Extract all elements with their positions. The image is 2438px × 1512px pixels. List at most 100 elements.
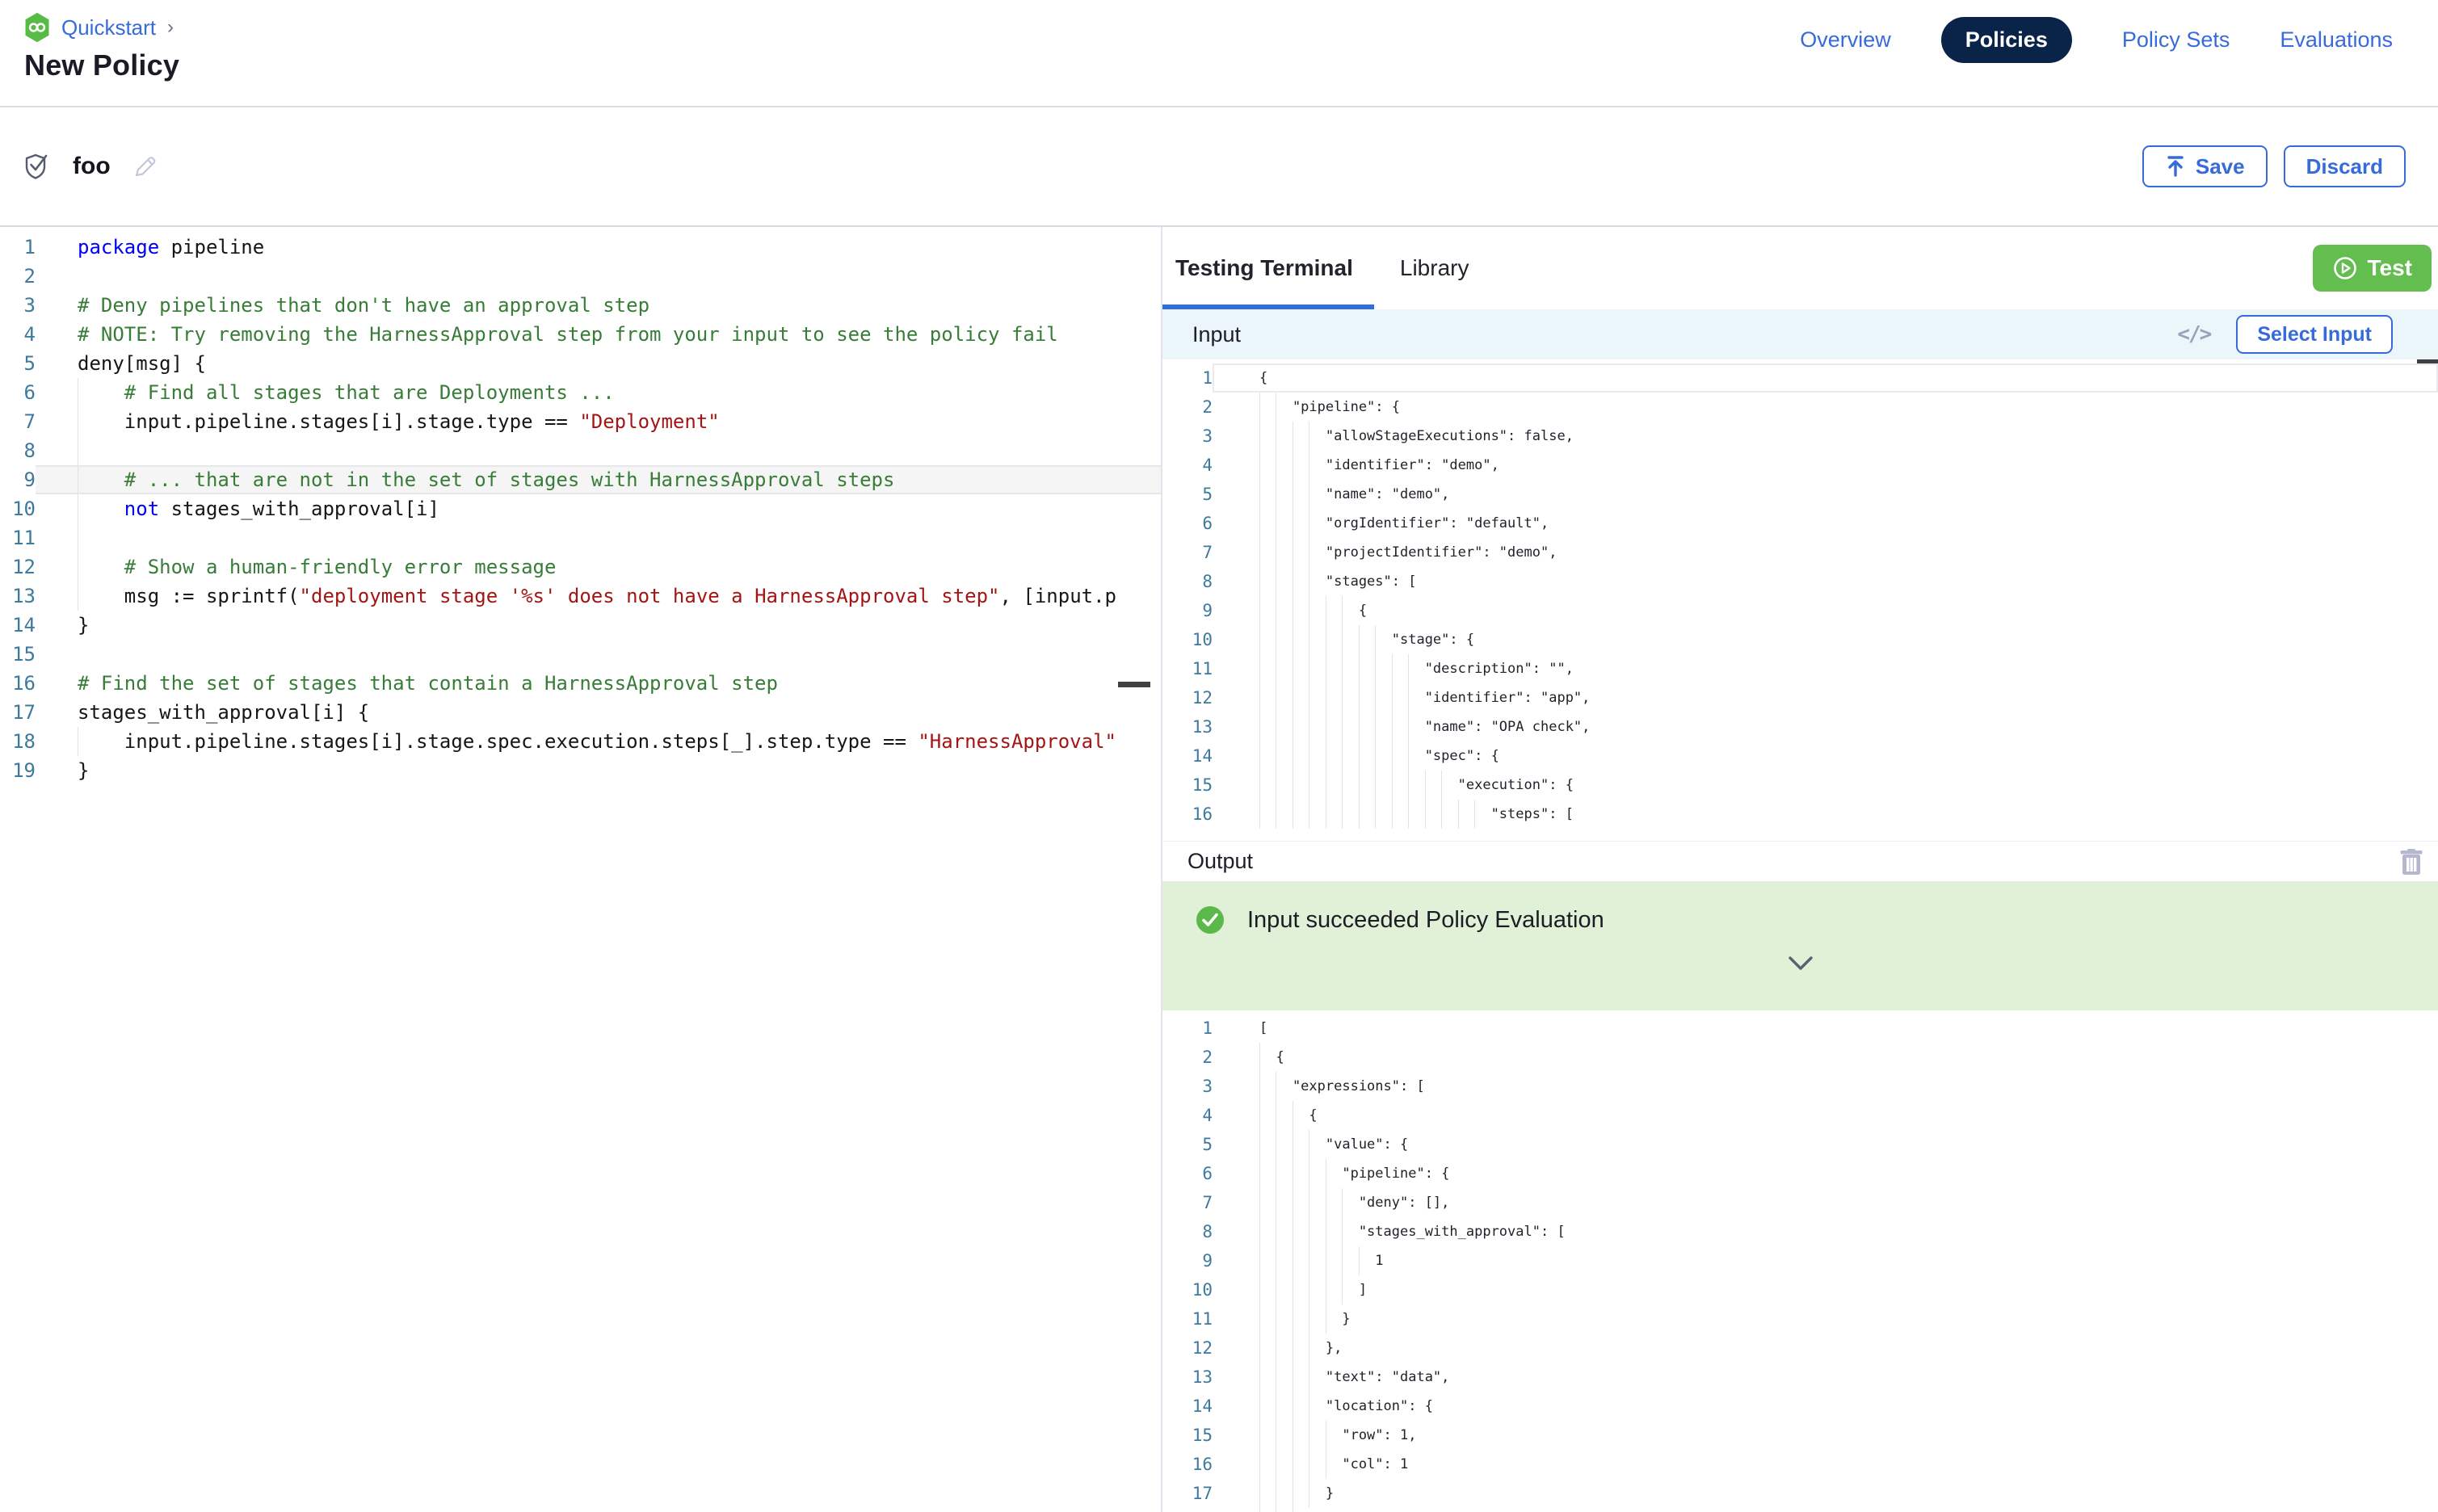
line-number: 8 [1162, 1217, 1213, 1246]
rego-policy-editor[interactable]: 1package pipeline23# Deny pipelines that… [0, 227, 1161, 1512]
edit-name-pencil-icon[interactable] [132, 153, 159, 180]
app-root: Quickstart › New Policy OverviewPolicies… [0, 0, 2438, 1512]
code-line[interactable]: 6 # Find all stages that are Deployments… [0, 378, 1161, 407]
code-line[interactable]: 2 "pipeline": { [1162, 393, 2438, 422]
line-number: 6 [0, 378, 36, 407]
code-line[interactable]: 9 # ... that are not in the set of stage… [0, 465, 1161, 494]
expand-chevron-down-icon[interactable] [1787, 956, 1814, 976]
code-line[interactable]: 7 "projectIdentifier": "demo", [1162, 538, 2438, 567]
line-number: 11 [1162, 1304, 1213, 1334]
code-line[interactable]: 16# Find the set of stages that contain … [0, 669, 1161, 698]
save-button-label: Save [2196, 154, 2245, 179]
nav-tab-overview[interactable]: Overview [1800, 27, 1891, 52]
code-line[interactable]: 18 } [1162, 1508, 2438, 1512]
code-line[interactable]: 8 "stages_with_approval": [ [1162, 1217, 2438, 1246]
code-line[interactable]: 18 input.pipeline.stages[i].stage.spec.e… [0, 727, 1161, 756]
code-line[interactable]: 5 "name": "demo", [1162, 480, 2438, 509]
code-line[interactable]: 10 "stage": { [1162, 625, 2438, 654]
code-line[interactable]: 6 "pipeline": { [1162, 1159, 2438, 1188]
line-number: 10 [0, 494, 36, 523]
code-line[interactable]: 17 } [1162, 1479, 2438, 1508]
select-input-button[interactable]: Select Input [2236, 315, 2393, 354]
code-line[interactable]: 15 "row": 1, [1162, 1421, 2438, 1450]
code-line[interactable]: 14 "spec": { [1162, 741, 2438, 771]
code-line[interactable]: 3 "expressions": [ [1162, 1072, 2438, 1101]
line-number: 3 [0, 291, 36, 320]
code-line[interactable]: 4 { [1162, 1101, 2438, 1130]
shield-check-icon [24, 151, 52, 182]
code-line[interactable]: 11 [0, 523, 1161, 552]
output-section-header: Output [1162, 841, 2438, 881]
code-line[interactable]: 10 ] [1162, 1275, 2438, 1304]
line-number: 5 [0, 349, 36, 378]
code-line[interactable]: 10 not stages_with_approval[i] [0, 494, 1161, 523]
line-number: 13 [1162, 712, 1213, 741]
code-line[interactable]: 9 1 [1162, 1246, 2438, 1275]
page-title: New Policy [24, 48, 179, 82]
line-number: 16 [1162, 800, 1213, 829]
code-line[interactable]: 12 # Show a human-friendly error message [0, 552, 1161, 582]
code-line[interactable]: 16 "steps": [ [1162, 800, 2438, 829]
code-line[interactable]: 8 "stages": [ [1162, 567, 2438, 596]
code-line[interactable]: 3# Deny pipelines that don't have an app… [0, 291, 1161, 320]
breadcrumb-project-link[interactable]: Quickstart [61, 15, 156, 40]
code-line[interactable]: 1[ [1162, 1014, 2438, 1043]
testing-tabs: Testing Terminal Library Test [1162, 227, 2438, 309]
code-line[interactable]: 14} [0, 611, 1161, 640]
code-line[interactable]: 17stages_with_approval[i] { [0, 698, 1161, 727]
line-number: 7 [1162, 1188, 1213, 1217]
code-line[interactable]: 19} [0, 756, 1161, 785]
line-number: 1 [1162, 363, 1213, 393]
nav-tab-policies[interactable]: Policies [1941, 17, 2072, 63]
code-brackets-icon[interactable]: </> [2177, 322, 2210, 346]
line-number: 3 [1162, 422, 1213, 451]
line-number: 14 [0, 611, 36, 640]
code-line[interactable]: 1{ [1162, 363, 2438, 393]
code-line[interactable]: 13 "text": "data", [1162, 1363, 2438, 1392]
code-line[interactable]: 4# NOTE: Try removing the HarnessApprova… [0, 320, 1161, 349]
code-line[interactable]: 5deny[msg] { [0, 349, 1161, 378]
discard-button[interactable]: Discard [2284, 145, 2406, 187]
code-line[interactable]: 5 "value": { [1162, 1130, 2438, 1159]
code-line[interactable]: 3 "allowStageExecutions": false, [1162, 422, 2438, 451]
line-number: 16 [0, 669, 36, 698]
code-line[interactable]: 15 "execution": { [1162, 771, 2438, 800]
code-line[interactable]: 15 [0, 640, 1161, 669]
code-line[interactable]: 11 "description": "", [1162, 654, 2438, 683]
nav-tab-evaluations[interactable]: Evaluations [2280, 27, 2393, 52]
evaluation-success-banner: Input succeeded Policy Evaluation [1162, 881, 2438, 1010]
code-line[interactable]: 2 { [1162, 1043, 2438, 1072]
code-line[interactable]: 9 { [1162, 596, 2438, 625]
code-line[interactable]: 8 [0, 436, 1161, 465]
code-line[interactable]: 1package pipeline [0, 233, 1161, 262]
line-number: 1 [1162, 1014, 1213, 1043]
line-number: 10 [1162, 625, 1213, 654]
code-line[interactable]: 4 "identifier": "demo", [1162, 451, 2438, 480]
test-button[interactable]: Test [2313, 245, 2432, 292]
code-line[interactable]: 2 [0, 262, 1161, 291]
code-line[interactable]: 14 "location": { [1162, 1392, 2438, 1421]
input-json-editor[interactable]: 1{2 "pipeline": {3 "allowStageExecutions… [1162, 359, 2438, 841]
code-line[interactable]: 7 input.pipeline.stages[i].stage.type ==… [0, 407, 1161, 436]
code-line[interactable]: 11 } [1162, 1304, 2438, 1334]
banner-message: Input succeeded Policy Evaluation [1247, 907, 1604, 934]
code-line[interactable]: 13 msg := sprintf("deployment stage '%s'… [0, 582, 1161, 611]
line-number: 2 [1162, 393, 1213, 422]
clear-output-trash-icon[interactable] [2398, 846, 2425, 877]
code-line[interactable]: 7 "deny": [], [1162, 1188, 2438, 1217]
output-json-editor[interactable]: 1[2 {3 "expressions": [4 {5 "value": {6 … [1162, 1010, 2438, 1512]
code-line[interactable]: 12 "identifier": "app", [1162, 683, 2438, 712]
tab-library[interactable]: Library [1400, 255, 1469, 281]
line-number: 5 [1162, 480, 1213, 509]
line-number: 4 [1162, 1101, 1213, 1130]
save-button[interactable]: Save [2142, 145, 2268, 187]
code-line[interactable]: 16 "col": 1 [1162, 1450, 2438, 1479]
line-number: 1 [0, 233, 36, 262]
code-line[interactable]: 12 }, [1162, 1334, 2438, 1363]
line-number: 7 [1162, 538, 1213, 567]
code-line[interactable]: 13 "name": "OPA check", [1162, 712, 2438, 741]
tab-testing-terminal[interactable]: Testing Terminal [1175, 255, 1353, 281]
line-number: 13 [0, 582, 36, 611]
nav-tab-policy-sets[interactable]: Policy Sets [2122, 27, 2230, 52]
code-line[interactable]: 6 "orgIdentifier": "default", [1162, 509, 2438, 538]
